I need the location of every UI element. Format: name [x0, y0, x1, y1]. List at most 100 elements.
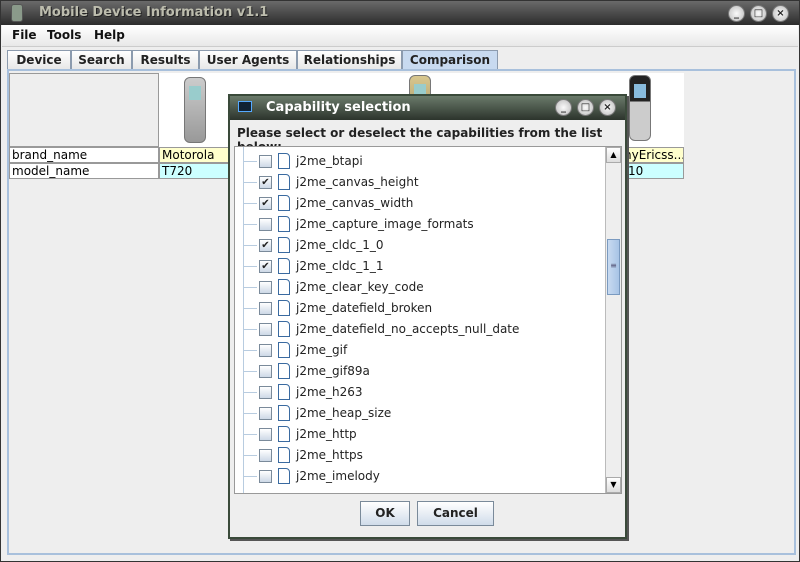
- checkbox[interactable]: ✔: [259, 260, 272, 273]
- document-icon: [278, 468, 290, 484]
- tab-results[interactable]: Results: [132, 50, 199, 70]
- scroll-up-button[interactable]: ▲: [606, 147, 621, 163]
- checkbox[interactable]: ✔: [259, 197, 272, 210]
- capability-label: j2me_https: [296, 448, 363, 462]
- checkbox[interactable]: [259, 365, 272, 378]
- capability-selection-dialog: Capability selection _ □ × Please select…: [228, 94, 627, 539]
- capability-label: j2me_http: [296, 427, 357, 441]
- scroll-thumb[interactable]: ≡: [607, 239, 620, 295]
- dialog-title: Capability selection: [266, 100, 411, 115]
- menu-file[interactable]: File: [12, 28, 37, 42]
- capability-label: j2me_datefield_no_accepts_null_date: [296, 322, 520, 336]
- tab-device[interactable]: Device: [7, 50, 71, 70]
- capability-item[interactable]: j2me_h263: [235, 382, 605, 403]
- capability-item[interactable]: j2me_https: [235, 445, 605, 466]
- document-icon: [278, 216, 290, 232]
- cell-brand-last[interactable]: nyEricss...: [621, 147, 684, 163]
- checkbox[interactable]: [259, 470, 272, 483]
- capability-item[interactable]: ✔ j2me_canvas_width: [235, 193, 605, 214]
- app-phone-icon: [11, 4, 23, 22]
- document-icon: [278, 447, 290, 463]
- checkbox[interactable]: [259, 428, 272, 441]
- checkbox[interactable]: [259, 302, 272, 315]
- tree-line: [243, 224, 257, 225]
- scroll-down-button[interactable]: ▼: [606, 477, 621, 493]
- capability-item[interactable]: j2me_clear_key_code: [235, 277, 605, 298]
- tree-line: [243, 245, 257, 246]
- cell-model-last[interactable]: 10: [621, 163, 684, 179]
- document-icon: [278, 384, 290, 400]
- capability-list[interactable]: j2me_btapi ✔ j2me_canvas_height ✔ j2me_canva…: [234, 146, 622, 494]
- row-header-model: model_name: [9, 163, 159, 179]
- capability-label: j2me_capture_image_formats: [296, 217, 474, 231]
- capability-label: j2me_imelody: [296, 469, 380, 483]
- menu-tools[interactable]: Tools: [47, 28, 81, 42]
- document-icon: [278, 363, 290, 379]
- capability-item[interactable]: ✔ j2me_cldc_1_1: [235, 256, 605, 277]
- capability-label: j2me_gif89a: [296, 364, 370, 378]
- document-icon: [278, 153, 290, 169]
- cell-brand-first[interactable]: Motorola: [159, 147, 231, 163]
- capability-label: j2me_heap_size: [296, 406, 392, 420]
- row-header-brand: brand_name: [9, 147, 159, 163]
- document-icon: [278, 237, 290, 253]
- capability-item[interactable]: j2me_imelody: [235, 466, 605, 487]
- tree-line: [243, 266, 257, 267]
- capability-item[interactable]: j2me_btapi: [235, 151, 605, 172]
- cancel-button[interactable]: Cancel: [417, 501, 494, 526]
- tree-line: [243, 182, 257, 183]
- checkbox[interactable]: [259, 407, 272, 420]
- dialog-maximize-button[interactable]: □: [577, 99, 594, 116]
- checkbox[interactable]: [259, 218, 272, 231]
- document-icon: [278, 405, 290, 421]
- checkbox[interactable]: [259, 155, 272, 168]
- dialog-close-button[interactable]: ×: [599, 99, 616, 116]
- capability-item[interactable]: j2me_http: [235, 424, 605, 445]
- capability-label: j2me_datefield_broken: [296, 301, 433, 315]
- capability-item[interactable]: j2me_heap_size: [235, 403, 605, 424]
- tab-search[interactable]: Search: [71, 50, 132, 70]
- tab-user-agents[interactable]: User Agents: [199, 50, 297, 70]
- checkbox[interactable]: ✔: [259, 239, 272, 252]
- tree-line: [243, 329, 257, 330]
- tab-relationships[interactable]: Relationships: [297, 50, 402, 70]
- window-title: Mobile Device Information v1.1: [39, 5, 269, 20]
- capability-item[interactable]: ✔ j2me_canvas_height: [235, 172, 605, 193]
- menu-bar: File Tools Help: [2, 25, 798, 47]
- capability-item[interactable]: j2me_datefield_broken: [235, 298, 605, 319]
- vertical-scrollbar[interactable]: ▲ ≡ ▼: [605, 147, 621, 493]
- capability-item[interactable]: j2me_gif: [235, 340, 605, 361]
- document-icon: [278, 321, 290, 337]
- table-corner-cell: [9, 73, 159, 147]
- checkbox[interactable]: [259, 344, 272, 357]
- tree-line: [243, 476, 257, 477]
- close-button[interactable]: ×: [772, 5, 789, 22]
- checkbox[interactable]: [259, 386, 272, 399]
- checkbox[interactable]: [259, 281, 272, 294]
- ok-button[interactable]: OK: [360, 501, 410, 526]
- tree-line: [243, 287, 257, 288]
- capability-item[interactable]: j2me_datefield_no_accepts_null_date: [235, 319, 605, 340]
- document-icon: [278, 426, 290, 442]
- tab-comparison[interactable]: Comparison: [402, 50, 498, 70]
- tree-line: [243, 413, 257, 414]
- menu-help[interactable]: Help: [94, 28, 125, 42]
- tree-line: [243, 434, 257, 435]
- tree-line: [243, 455, 257, 456]
- capability-item[interactable]: j2me_capture_image_formats: [235, 214, 605, 235]
- capability-item[interactable]: ✔ j2me_cldc_1_0: [235, 235, 605, 256]
- checkbox[interactable]: ✔: [259, 176, 272, 189]
- maximize-button[interactable]: □: [750, 5, 767, 22]
- tree-line: [243, 203, 257, 204]
- capability-label: j2me_cldc_1_1: [296, 259, 384, 273]
- checkbox[interactable]: [259, 323, 272, 336]
- capability-item[interactable]: j2me_gif89a: [235, 361, 605, 382]
- document-icon: [278, 258, 290, 274]
- capability-label: j2me_gif: [296, 343, 348, 357]
- dialog-title-bar: Capability selection _ □ ×: [230, 96, 625, 120]
- minimize-button[interactable]: _: [728, 5, 745, 22]
- capability-label: j2me_clear_key_code: [296, 280, 424, 294]
- checkbox[interactable]: [259, 449, 272, 462]
- cell-model-first[interactable]: T720: [159, 163, 231, 179]
- dialog-minimize-button[interactable]: _: [555, 99, 572, 116]
